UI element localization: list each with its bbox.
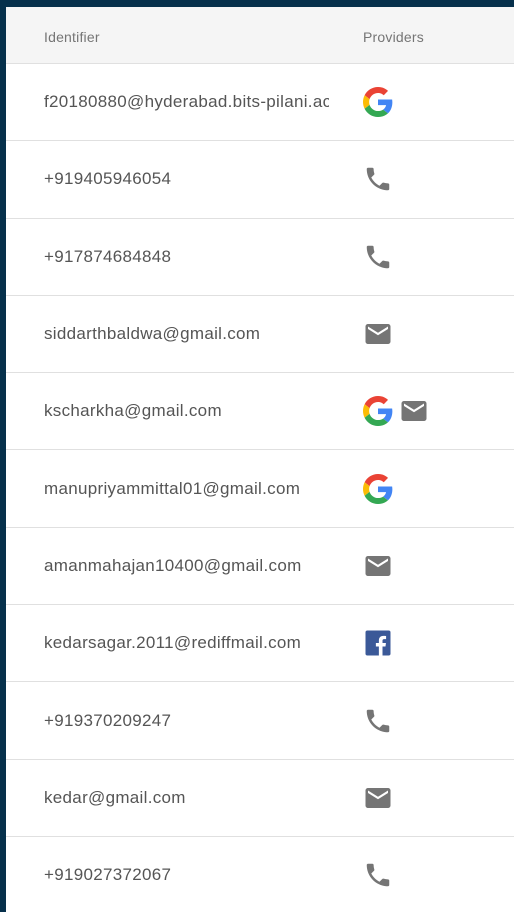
- phone-icon: [363, 706, 393, 736]
- users-table: Identifier Providers f20180880@hyderabad…: [6, 7, 514, 912]
- table-row[interactable]: +917874684848: [6, 219, 514, 296]
- table-row[interactable]: siddarthbaldwa@gmail.com: [6, 296, 514, 374]
- providers-cell: [363, 551, 393, 581]
- providers-cell: [363, 860, 393, 890]
- providers-cell: [363, 628, 393, 658]
- providers-column-header[interactable]: Providers: [363, 29, 424, 45]
- table-row[interactable]: +919027372067: [6, 837, 514, 912]
- identifier-column-header[interactable]: Identifier: [44, 29, 329, 45]
- providers-cell: [363, 164, 393, 194]
- table-row[interactable]: kscharkha@gmail.com: [6, 373, 514, 451]
- google-icon: [363, 396, 393, 427]
- phone-icon: [363, 164, 393, 194]
- facebook-icon: [363, 628, 393, 658]
- google-icon: [363, 87, 393, 118]
- table-row[interactable]: +919370209247: [6, 682, 514, 760]
- identifier-cell: f20180880@hyderabad.bits-pilani.ac.in: [44, 92, 329, 112]
- identifier-cell: +919370209247: [44, 710, 172, 730]
- identifier-cell: kedar@gmail.com: [44, 787, 186, 807]
- google-icon: [363, 473, 393, 504]
- providers-cell: [363, 473, 393, 504]
- identifier-cell: +917874684848: [44, 246, 172, 266]
- table-row[interactable]: kedar@gmail.com: [6, 760, 514, 837]
- providers-cell: [363, 783, 393, 813]
- identifier-cell: manupriyammittal01@gmail.com: [44, 478, 301, 498]
- identifier-cell: +919405946054: [44, 169, 172, 189]
- table-header: Identifier Providers: [6, 7, 514, 64]
- identifier-cell: amanmahajan10400@gmail.com: [44, 555, 302, 575]
- providers-cell: [363, 87, 393, 118]
- identifier-cell: +919027372067: [44, 865, 172, 885]
- identifier-cell: kscharkha@gmail.com: [44, 401, 222, 421]
- providers-cell: [363, 319, 393, 349]
- phone-icon: [363, 242, 393, 272]
- providers-cell: [363, 706, 393, 736]
- table-row[interactable]: manupriyammittal01@gmail.com: [6, 450, 514, 528]
- table-body: f20180880@hyderabad.bits-pilani.ac.in +91…: [6, 64, 514, 912]
- email-icon: [363, 783, 393, 813]
- table-row[interactable]: kedarsagar.2011@rediffmail.com: [6, 605, 514, 683]
- email-icon: [363, 551, 393, 581]
- table-row[interactable]: amanmahajan10400@gmail.com: [6, 528, 514, 606]
- providers-cell: [363, 396, 429, 427]
- email-icon: [363, 319, 393, 349]
- phone-icon: [363, 860, 393, 890]
- table-row[interactable]: +919405946054: [6, 141, 514, 219]
- providers-cell: [363, 242, 393, 272]
- table-row[interactable]: f20180880@hyderabad.bits-pilani.ac.in: [6, 64, 514, 142]
- identifier-cell: siddarthbaldwa@gmail.com: [44, 324, 261, 344]
- identifier-cell: kedarsagar.2011@rediffmail.com: [44, 633, 302, 653]
- email-icon: [399, 396, 429, 426]
